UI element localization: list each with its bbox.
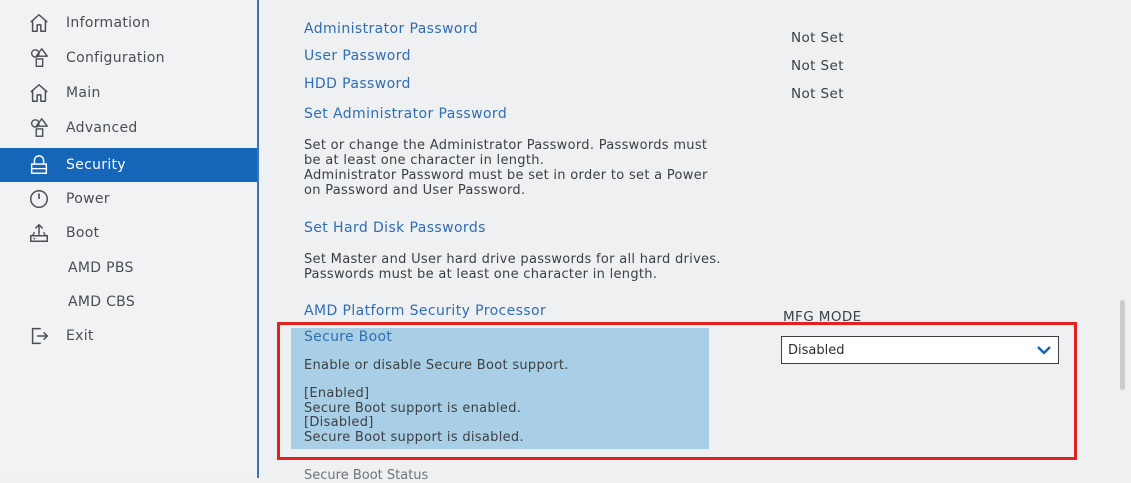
security-settings-panel: Administrator Password Not Set User Pass… bbox=[259, 0, 1131, 483]
sidebar-item-exit[interactable]: Exit bbox=[0, 319, 257, 353]
sidebar-item-amd-pbs[interactable]: AMD PBS bbox=[0, 251, 257, 285]
sidebar-item-label: AMD CBS bbox=[68, 294, 136, 310]
home-icon bbox=[28, 12, 50, 34]
set-hdd-passwords-link[interactable]: Set Hard Disk Passwords bbox=[304, 220, 486, 236]
sidebar: Information Configuration Main Advanced … bbox=[0, 0, 259, 478]
sidebar-item-label: AMD PBS bbox=[68, 260, 134, 276]
amd-psp-label: AMD Platform Security Processor bbox=[304, 303, 547, 319]
boot-icon bbox=[28, 222, 50, 244]
sidebar-item-amd-cbs[interactable]: AMD CBS bbox=[0, 285, 257, 319]
hdd-password-label: HDD Password bbox=[304, 76, 411, 92]
sidebar-item-label: Main bbox=[66, 85, 101, 101]
sidebar-item-security[interactable]: Security bbox=[0, 148, 257, 182]
set-admin-password-link[interactable]: Set Administrator Password bbox=[304, 106, 507, 122]
description-line: on Password and User Password. bbox=[304, 183, 526, 198]
sidebar-item-power[interactable]: Power bbox=[0, 182, 257, 216]
description-line: Administrator Password must be set in or… bbox=[304, 168, 708, 183]
sidebar-item-label: Exit bbox=[66, 328, 94, 344]
admin-password-label: Administrator Password bbox=[304, 21, 479, 37]
admin-password-value: Not Set bbox=[791, 30, 844, 46]
sidebar-item-main[interactable]: Main bbox=[0, 76, 257, 110]
description-line: Passwords must be at least one character… bbox=[304, 267, 658, 282]
description-line: be at least one character in length. bbox=[304, 153, 545, 168]
set-hdd-passwords-description: Set Master and User hard drive passwords… bbox=[304, 252, 721, 282]
scrollbar[interactable] bbox=[1120, 300, 1125, 390]
sidebar-item-configuration[interactable]: Configuration bbox=[0, 41, 257, 75]
user-password-value: Not Set bbox=[791, 58, 844, 74]
sidebar-item-label: Boot bbox=[66, 225, 100, 241]
shapes-icon bbox=[28, 117, 50, 139]
set-admin-password-description: Set or change the Administrator Password… bbox=[304, 138, 708, 198]
lock-icon bbox=[28, 154, 50, 176]
user-password-label: User Password bbox=[304, 48, 411, 64]
sidebar-item-label: Advanced bbox=[66, 120, 138, 136]
sidebar-item-information[interactable]: Information bbox=[0, 6, 257, 40]
hdd-password-value: Not Set bbox=[791, 86, 844, 102]
power-icon bbox=[28, 188, 50, 210]
description-line: Set or change the Administrator Password… bbox=[304, 138, 708, 153]
sidebar-item-advanced[interactable]: Advanced bbox=[0, 111, 257, 145]
highlight-annotation-box bbox=[277, 322, 1077, 460]
exit-icon bbox=[28, 325, 50, 347]
sidebar-item-label: Security bbox=[66, 157, 126, 173]
sidebar-item-label: Power bbox=[66, 191, 110, 207]
sidebar-item-boot[interactable]: Boot bbox=[0, 216, 257, 250]
sidebar-item-label: Information bbox=[66, 15, 151, 31]
shapes-icon bbox=[28, 47, 50, 69]
home-icon bbox=[28, 82, 50, 104]
sidebar-item-label: Configuration bbox=[66, 50, 165, 66]
description-line: Set Master and User hard drive passwords… bbox=[304, 252, 721, 267]
secure-boot-status-label: Secure Boot Status bbox=[304, 468, 429, 483]
